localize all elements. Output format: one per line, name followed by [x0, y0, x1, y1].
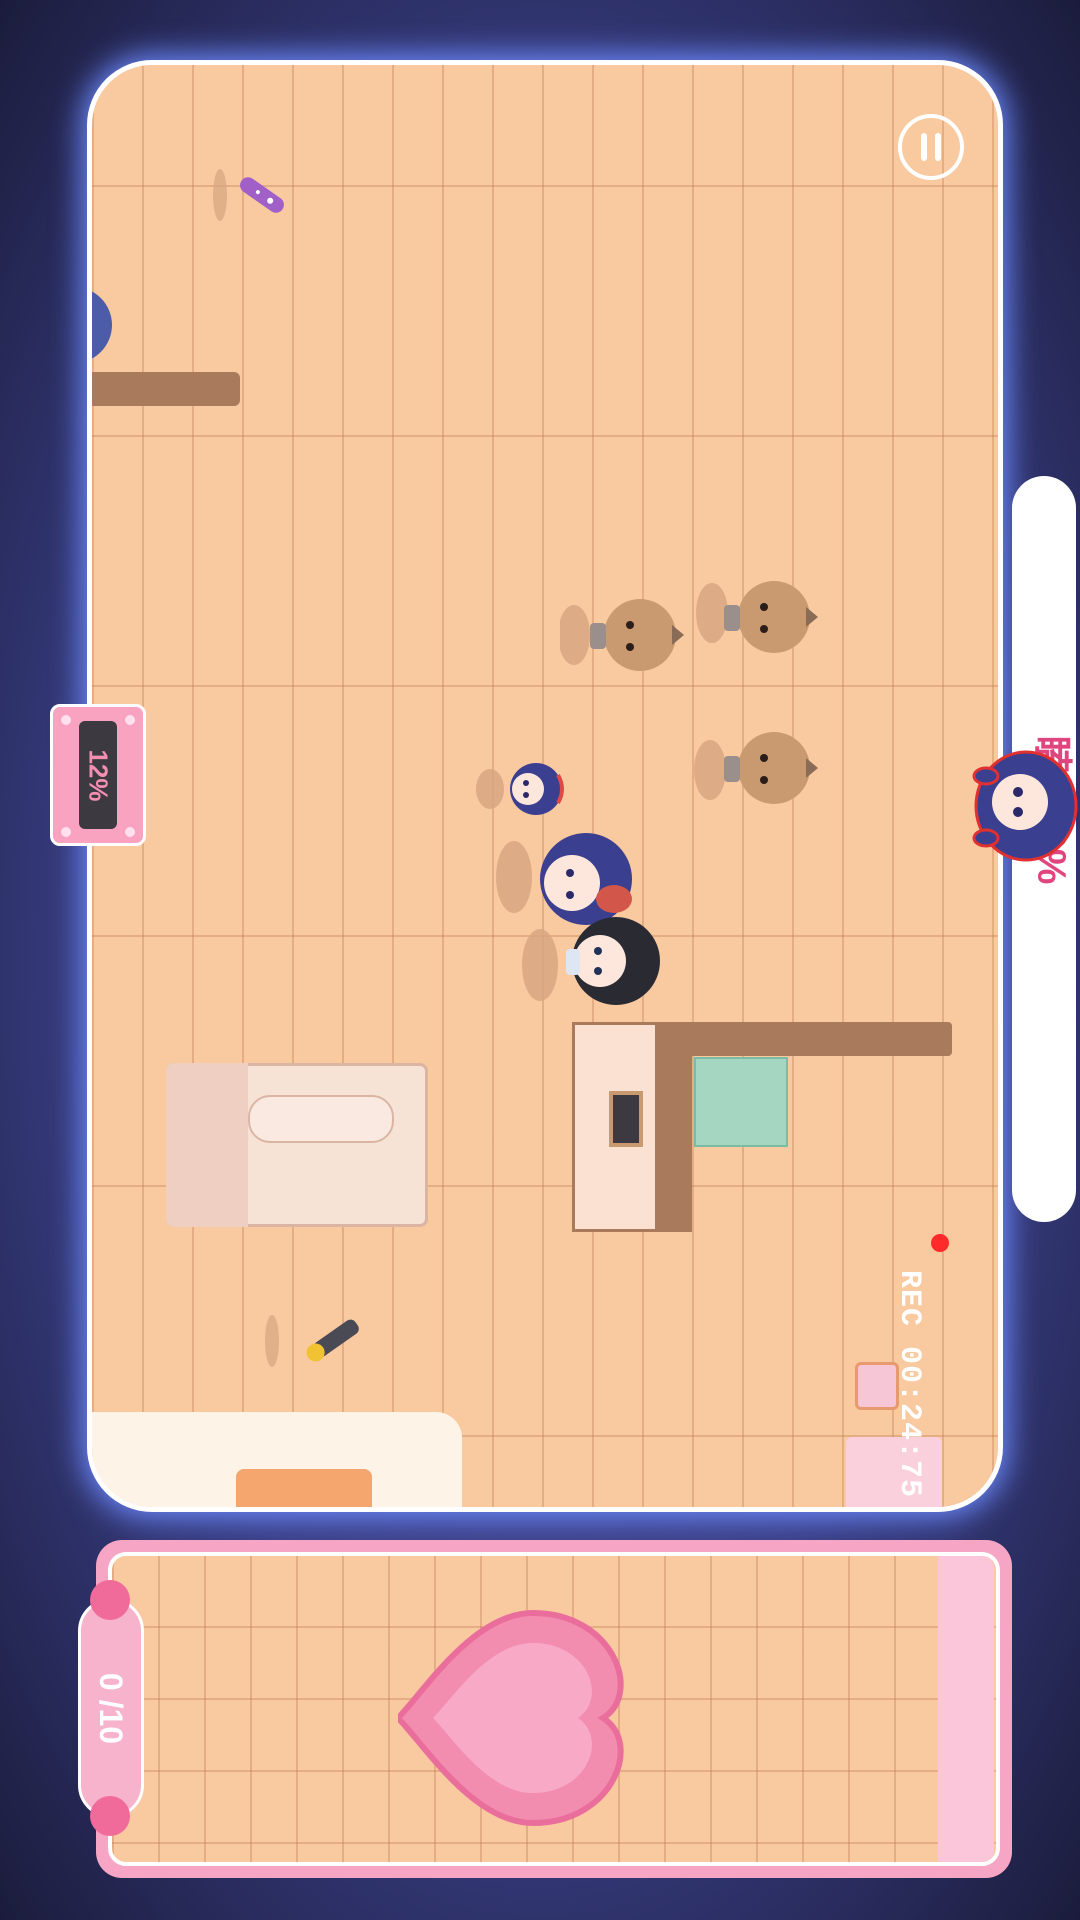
pause-button[interactable] — [898, 114, 964, 180]
enemy-doll-2 — [696, 581, 818, 653]
heart-icon[interactable] — [398, 1568, 648, 1848]
tray-side-strip — [938, 1556, 994, 1862]
companion-small — [476, 763, 564, 815]
counter-heart-top-icon — [90, 1580, 130, 1620]
tag-dot — [61, 715, 71, 725]
opponent-avatar-icon — [972, 750, 1078, 862]
counter-heart-bottom-icon — [90, 1796, 130, 1836]
tag-dot — [125, 715, 135, 725]
rec-timer: REC 00:24:75 — [892, 1270, 926, 1499]
tag-dot — [61, 827, 71, 837]
pause-icon — [921, 133, 927, 161]
sofa-back — [166, 1063, 248, 1227]
sofa-cushion — [248, 1095, 394, 1143]
progress-display: 12% — [79, 721, 117, 829]
wall-segment-mid — [658, 1022, 952, 1056]
player-boy[interactable] — [522, 905, 672, 1015]
enemy-doll-1 — [560, 599, 684, 671]
wall-segment-top — [92, 372, 240, 406]
collect-counter: 0 /10 — [78, 1598, 144, 1818]
tag-dot — [125, 827, 135, 837]
cash-register — [609, 1091, 643, 1147]
enemy-doll-3 — [694, 732, 818, 804]
collect-counter-label: 0 /10 — [93, 1672, 130, 1744]
candy-icon[interactable] — [202, 155, 292, 235]
rec-dot-icon — [931, 1234, 949, 1252]
game-viewport[interactable] — [92, 65, 998, 1507]
flashlight-icon[interactable] — [262, 1311, 372, 1371]
round-table — [92, 287, 112, 363]
teal-cabinet — [694, 1057, 788, 1147]
progress-tag: 12% — [50, 704, 146, 846]
progress-percent: 12% — [83, 748, 114, 802]
orange-bench — [236, 1469, 372, 1507]
